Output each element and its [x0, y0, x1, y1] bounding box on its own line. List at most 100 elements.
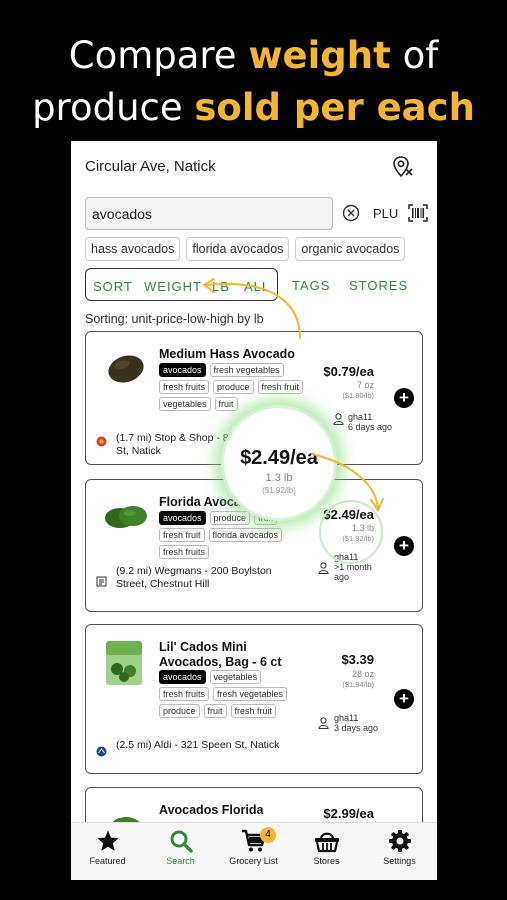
tag[interactable]: produce: [213, 380, 254, 394]
tag[interactable]: fresh fruits: [159, 380, 210, 394]
basket-icon: [314, 832, 339, 853]
nav-grocery-list[interactable]: 4 Grocery List: [217, 827, 290, 866]
product-unit-price: ($1.80/lb): [342, 391, 374, 400]
nav-label: Stores: [313, 856, 340, 866]
weight-button[interactable]: WEIGHT: [144, 279, 202, 294]
suggestion-chip[interactable]: florida avocados: [186, 237, 290, 261]
contributor: gha11 6 days ago: [348, 412, 392, 432]
product-unit-price: ($1.94/lb): [342, 680, 374, 689]
product-price: $0.79/ea: [323, 364, 374, 379]
product-card[interactable]: Lil' Cados Mini Avocados, Bag - 6 ct avo…: [85, 624, 423, 774]
sorting-status: Sorting: unit-price-low-high by lb: [85, 312, 264, 326]
search-icon: [170, 830, 193, 853]
tag[interactable]: avocados: [159, 511, 206, 525]
suggestion-chip[interactable]: organic avocados: [295, 237, 406, 261]
location-text: Circular Ave, Natick: [85, 158, 216, 175]
suggestion-chips: hass avocados florida avocados organic a…: [85, 237, 406, 261]
product-image: [106, 641, 142, 685]
tag[interactable]: fresh fruit: [257, 380, 304, 394]
product-image: [108, 355, 144, 383]
tag[interactable]: vegetables: [209, 670, 262, 684]
nav-label: Grocery List: [229, 856, 278, 866]
contributor-date: >1 month ago: [334, 562, 372, 582]
lb-button[interactable]: LB: [212, 279, 230, 294]
tag[interactable]: fruit: [203, 704, 227, 718]
tag[interactable]: fresh vegetables: [209, 363, 284, 377]
tag[interactable]: fresh fruit: [159, 528, 205, 542]
magnified-price: $2.49/ea: [240, 447, 318, 469]
product-price: $2.99/ea: [323, 806, 374, 821]
user-icon: [318, 717, 329, 729]
stores-filter-button[interactable]: STORES: [349, 278, 408, 293]
add-to-list-button[interactable]: +: [394, 388, 414, 408]
location-row: Circular Ave, Natick: [85, 155, 415, 180]
nav-stores[interactable]: Stores: [290, 829, 363, 866]
tag[interactable]: florida avocados: [208, 528, 283, 542]
price-magnifier-callout: $2.49/ea 1.3 lb ($1.92/lb): [221, 405, 337, 521]
bottom-nav: Featured Search 4 Grocery List Stores Se…: [71, 822, 437, 880]
nav-label: Featured: [89, 856, 126, 866]
store-logo-icon: [96, 746, 107, 757]
product-image: [105, 506, 147, 528]
store-logo-icon: [96, 576, 107, 587]
star-icon: [96, 830, 119, 851]
barcode-scan-icon[interactable]: [408, 204, 428, 222]
highlight-ring: [319, 500, 383, 564]
store-logo-icon: [96, 436, 107, 447]
tag[interactable]: fruit: [214, 397, 238, 411]
magnified-weight: 1.3 lb: [265, 472, 293, 484]
product-name: Lil' Cados Mini Avocados, Bag - 6 ct: [159, 640, 282, 669]
store-location[interactable]: (9.2 mi) Wegmans - 200 Boylston Street, …: [116, 565, 276, 591]
contributor-date: 3 days ago: [334, 723, 379, 733]
headline-text: produce: [32, 86, 195, 129]
search-input[interactable]: avocados: [85, 197, 333, 230]
product-name: Medium Hass Avocado: [159, 347, 295, 361]
tags-filter-button[interactable]: TAGS: [292, 278, 330, 293]
clear-search-icon[interactable]: [342, 204, 360, 222]
nav-label: Settings: [383, 856, 416, 866]
user-icon: [318, 562, 329, 574]
product-weight: 7 oz: [356, 380, 374, 390]
product-price: $3.39: [341, 652, 374, 667]
store-location[interactable]: (2.5 mi) Aldi - 321 Speen St, Natick: [116, 739, 286, 752]
headline-text: Compare: [68, 34, 249, 77]
headline-line-1: Compare weight of: [0, 30, 507, 82]
product-tags: avocados vegetables fresh fruits fresh v…: [159, 670, 309, 718]
magnified-unit-price: ($1.92/lb): [262, 486, 296, 495]
headline-highlight: weight: [248, 34, 391, 77]
product-weight: 28 oz: [351, 669, 374, 679]
all-button[interactable]: ALL: [244, 279, 270, 294]
contributor: gha11 3 days ago: [334, 713, 378, 733]
contributor-name: gha11: [334, 713, 359, 723]
tag[interactable]: avocados: [159, 363, 206, 377]
tag[interactable]: fresh fruits: [159, 687, 210, 701]
sort-button[interactable]: SORT: [93, 279, 133, 294]
tag[interactable]: fresh fruits: [159, 545, 210, 559]
contributor-name: gha11: [348, 412, 373, 422]
plu-button[interactable]: PLU: [373, 206, 398, 221]
gear-icon: [388, 830, 411, 852]
tag[interactable]: fresh fruit: [230, 704, 277, 718]
nav-label: Search: [166, 856, 195, 866]
headline-line-2: produce sold per each: [0, 82, 507, 134]
map-pin-location-icon[interactable]: [391, 155, 415, 179]
tag[interactable]: produce: [209, 511, 251, 525]
headline-highlight: sold per each: [194, 86, 475, 129]
headline-text: of: [390, 34, 439, 77]
suggestion-chip[interactable]: hass avocados: [85, 237, 181, 261]
product-tags: avocados fresh vegetables fresh fruits p…: [159, 363, 309, 411]
cart-count-badge: 4: [260, 827, 276, 843]
add-to-list-button[interactable]: +: [394, 536, 414, 556]
add-to-list-button[interactable]: +: [394, 689, 414, 709]
sort-segment: SORT WEIGHT LB ALL: [85, 268, 278, 301]
tag[interactable]: produce: [159, 704, 200, 718]
promo-headline: Compare weight of produce sold per each: [0, 30, 507, 134]
tag[interactable]: avocados: [159, 670, 206, 684]
tag[interactable]: fresh vegetables: [213, 687, 288, 701]
search-input-value: avocados: [92, 206, 152, 222]
nav-search[interactable]: Search: [144, 829, 217, 866]
user-icon: [333, 413, 344, 425]
nav-settings[interactable]: Settings: [363, 829, 436, 866]
nav-featured[interactable]: Featured: [71, 829, 144, 866]
tag[interactable]: vegetables: [159, 397, 211, 411]
